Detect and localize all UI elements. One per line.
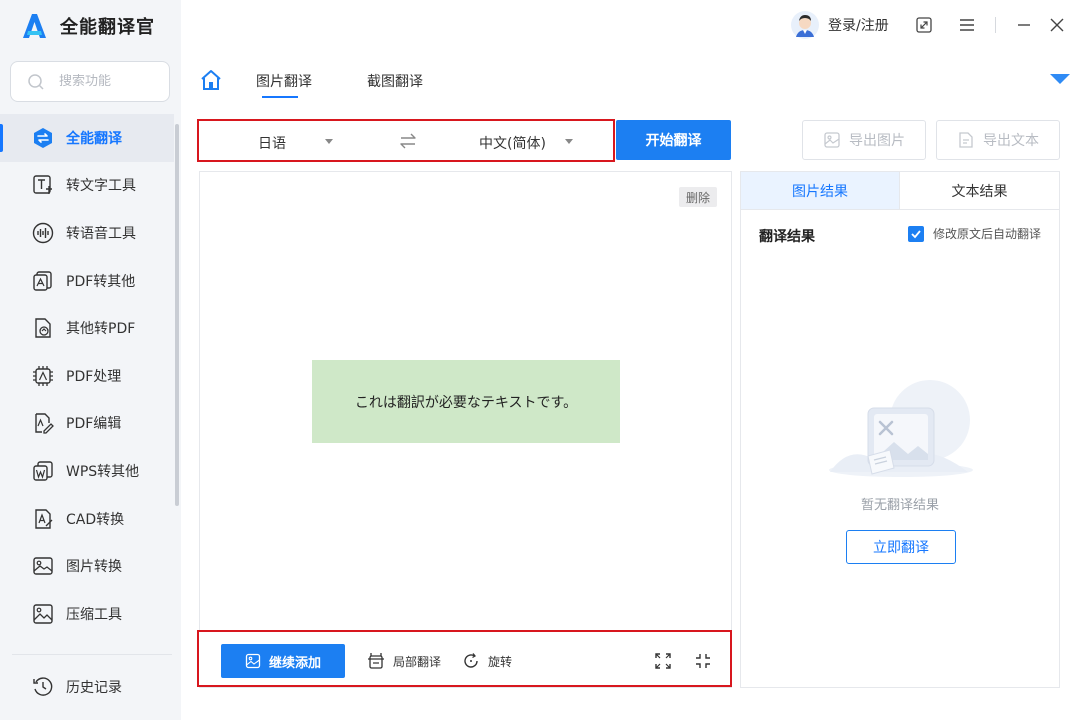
history-icon	[33, 677, 53, 696]
pdf-edit-icon	[35, 413, 54, 435]
search-icon	[28, 73, 44, 90]
text-tool-icon	[33, 175, 52, 195]
wps-icon	[33, 461, 53, 481]
sidebar-item-translate[interactable]: 全能翻译	[0, 114, 174, 162]
start-translate-button[interactable]: 开始翻译	[616, 120, 731, 160]
sidebar-item-compress[interactable]: 压缩工具	[0, 590, 174, 638]
tab-image-result[interactable]: 图片结果	[741, 172, 900, 210]
sidebar-item-history[interactable]: 历史记录	[0, 664, 174, 710]
pin-window-icon[interactable]	[915, 16, 933, 34]
app-logo: 全能翻译官	[20, 12, 155, 40]
sidebar-item-label: 转语音工具	[66, 225, 136, 242]
sidebar-item-label: 压缩工具	[66, 606, 122, 623]
sidebar-item-label: PDF编辑	[66, 416, 122, 433]
sidebar-scrollbar[interactable]	[175, 124, 179, 506]
sidebar-item-pdf-process[interactable]: PDF处理	[0, 352, 174, 400]
sidebar-item-label: 其他转PDF	[66, 321, 136, 338]
result-title: 翻译结果	[759, 229, 815, 245]
history-label: 历史记录	[66, 680, 122, 696]
rotate-button[interactable]: 旋转	[462, 652, 512, 670]
login-register-link[interactable]: 登录/注册	[828, 15, 889, 35]
window-controls-divider	[995, 17, 996, 33]
app-title: 全能翻译官	[60, 17, 155, 38]
sidebar-item-label: 图片转换	[66, 559, 122, 576]
image-toolbar: 继续添加 局部翻译 旋转	[197, 630, 732, 687]
sidebar: 全能翻译官 全能翻译 转文字工具	[0, 0, 181, 720]
export-text-label: 导出文本	[983, 133, 1039, 149]
auto-translate-checkbox[interactable]: 修改原文后自动翻译	[908, 225, 1041, 242]
target-language-select[interactable]: 中文(简体)	[479, 133, 546, 153]
fullscreen-icon[interactable]	[654, 652, 672, 670]
sidebar-item-cad[interactable]: CAD转换	[0, 495, 174, 543]
rotate-icon	[464, 653, 478, 668]
menu-icon[interactable]	[958, 16, 976, 34]
export-image-button[interactable]: 导出图片	[802, 120, 926, 160]
app-logo-icon	[23, 14, 46, 38]
source-image-text: これは翻訳が必要なテキストです。	[354, 394, 578, 411]
source-language-select[interactable]: 日语	[258, 133, 286, 153]
export-text-icon	[959, 132, 973, 148]
checkbox-checked-icon[interactable]	[908, 225, 924, 242]
translate-icon	[34, 127, 52, 148]
rotate-label: 旋转	[488, 654, 513, 669]
language-selector: 日语 中文(简体)	[197, 119, 615, 162]
voice-tool-icon	[32, 222, 54, 244]
empty-result-illustration	[829, 380, 973, 477]
sidebar-divider	[12, 654, 172, 655]
continue-add-label: 继续添加	[268, 655, 321, 671]
avatar[interactable]	[791, 11, 819, 39]
compress-icon	[33, 604, 53, 624]
sidebar-item-text-tool[interactable]: 转文字工具	[0, 162, 174, 210]
tab-image-translate[interactable]: 图片翻译	[256, 71, 312, 91]
auto-translate-label: 修改原文后自动翻译	[933, 227, 1042, 241]
tab-text-result[interactable]: 文本结果	[900, 172, 1059, 210]
tab-screenshot-translate[interactable]: 截图翻译	[367, 71, 423, 91]
exit-fullscreen-icon[interactable]	[694, 652, 712, 670]
sidebar-item-pdf-to-other[interactable]: PDF转其他	[0, 257, 174, 305]
home-icon[interactable]	[200, 69, 222, 91]
search-input[interactable]	[59, 74, 159, 89]
active-tab-indicator	[262, 96, 298, 98]
export-image-label: 导出图片	[849, 133, 905, 149]
sidebar-item-wps[interactable]: WPS转其他	[0, 447, 174, 495]
source-image: これは翻訳が必要なテキストです。	[312, 360, 620, 443]
sidebar-item-label: WPS转其他	[66, 463, 140, 480]
image-convert-icon	[33, 557, 53, 575]
cad-icon	[35, 508, 53, 529]
pdf-to-other-icon	[33, 270, 52, 291]
empty-result-text: 暂无翻译结果	[860, 498, 939, 513]
sidebar-item-image-convert[interactable]: 图片转换	[0, 542, 174, 590]
other-to-pdf-icon	[35, 318, 51, 338]
translate-now-button[interactable]: 立即翻译	[846, 530, 956, 564]
continue-add-button[interactable]: 继续添加	[221, 644, 345, 678]
export-text-button[interactable]: 导出文本	[936, 120, 1060, 160]
target-language-caret-icon[interactable]	[565, 139, 573, 144]
sidebar-item-pdf-edit[interactable]: PDF编辑	[0, 400, 174, 448]
sidebar-item-label: PDF处理	[66, 368, 122, 385]
sidebar-item-label: 全能翻译	[66, 130, 122, 147]
delete-image-button[interactable]: 删除	[679, 187, 717, 207]
sidebar-item-label: 转文字工具	[66, 178, 136, 195]
partial-translate-icon	[368, 653, 384, 669]
pdf-process-icon	[33, 365, 53, 386]
source-language-caret-icon[interactable]	[325, 139, 333, 144]
partial-translate-label: 局部翻译	[393, 654, 442, 669]
swap-languages-icon[interactable]	[399, 132, 417, 150]
sidebar-item-voice-tool[interactable]: 转语音工具	[0, 209, 174, 257]
add-image-icon	[245, 653, 261, 669]
minimize-icon[interactable]	[1015, 16, 1033, 34]
search-box[interactable]	[10, 61, 170, 102]
sidebar-nav: 全能翻译 转文字工具 转语音工具 PDF转其他 其他转PDF PDF处理 PDF…	[0, 114, 174, 638]
sidebar-item-label: PDF转其他	[66, 273, 136, 290]
partial-translate-button[interactable]: 局部翻译	[367, 652, 441, 670]
collapse-toggle[interactable]	[1050, 74, 1070, 84]
sidebar-item-other-to-pdf[interactable]: 其他转PDF	[0, 304, 174, 352]
close-icon[interactable]	[1048, 16, 1066, 34]
export-image-icon	[824, 132, 840, 148]
sidebar-item-label: CAD转换	[66, 511, 125, 528]
